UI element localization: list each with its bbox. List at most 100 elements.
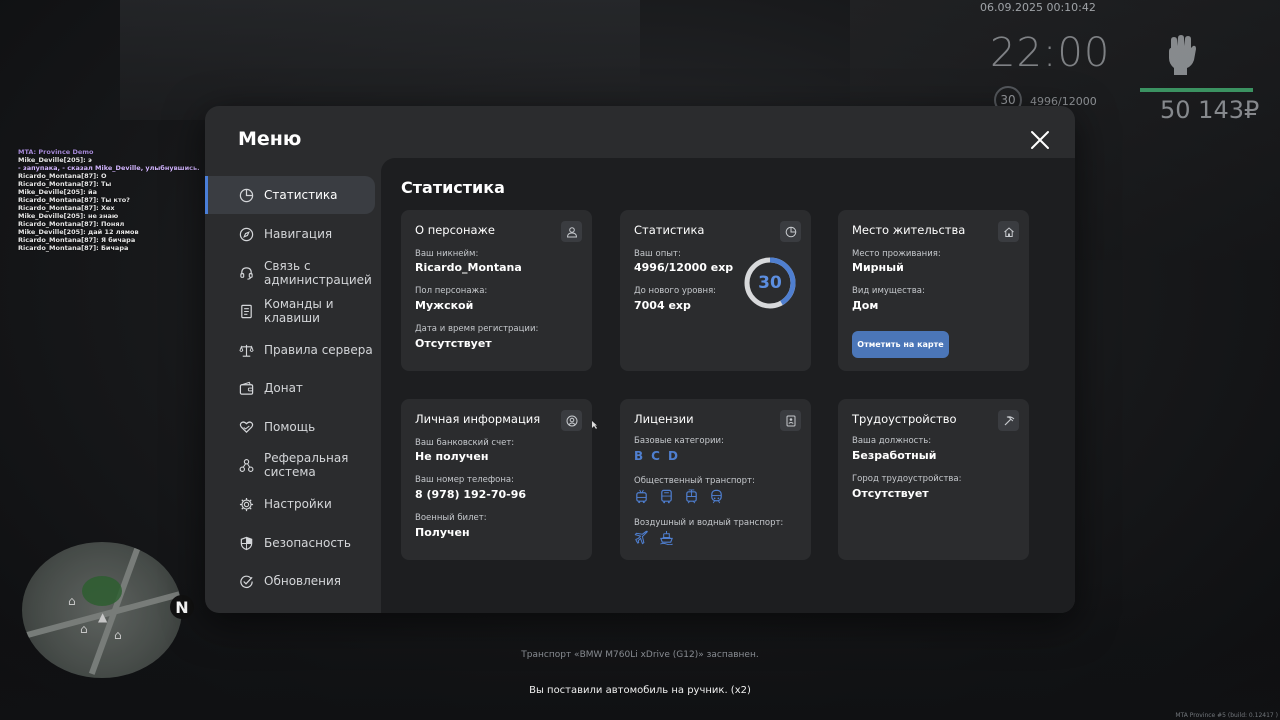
boat-icon [660,530,673,545]
mark-on-map-button[interactable]: Отметить на карте [852,331,949,358]
sidebar-item-label: Помощь [264,420,316,434]
chat-box: MTA: Province Demo Mike_Deville[205]: э … [18,148,200,252]
profile-circle-icon [561,410,582,431]
public-transport-label: Общественный транспорт: [634,476,755,486]
chat-line: Ricardo_Montana[87]: Понял [18,220,125,228]
bank-value: Не получен [415,450,489,463]
sidebar-item-admin-contact[interactable]: Связь с администрацией [205,254,375,292]
license-categories: B C D [634,449,678,463]
registration-value: Отсутствует [415,337,492,350]
chat-line: Ricardo_Montana[87]: Я бичара [18,236,136,244]
sidebar-item-statistics[interactable]: Статистика [205,176,375,214]
scales-icon [238,342,254,358]
sidebar-item-rules[interactable]: Правила сервера [205,331,375,369]
card-title: Трудоустройство [852,412,957,426]
sidebar-item-label: Навигация [264,227,333,241]
chat-line: Mike_Deville[205]: э [18,156,92,164]
sidebar-item-updates[interactable]: Обновления [205,562,375,600]
card-title: Лицензии [634,412,694,426]
fist-icon [1169,35,1196,75]
house-blip-icon: ⌂ [80,622,88,636]
id-card-icon [780,410,801,431]
close-icon[interactable] [1028,128,1052,152]
card-title: Место жительства [852,223,966,237]
sidebar-item-commands[interactable]: Команды и клавиши [205,292,375,330]
card-statistics: Статистика Ваш опыт: 4996/12000 exp До н… [620,210,811,371]
headset-icon [238,265,254,281]
sidebar-item-label: Правила сервера [264,343,373,357]
chat-line: Ricardo_Montana[87]: Ты [18,180,112,188]
user-icon [561,221,582,242]
exp-label: Ваш опыт: [634,249,681,259]
public-transport-icons [634,489,724,504]
bank-label: Ваш банковский счет: [415,438,515,448]
level-number: 30 [758,273,782,293]
content-area: Статистика О персонаже Ваш никнейм: Rica… [381,158,1075,613]
house-blip-icon: ⌂ [68,594,76,608]
position-value: Безработный [852,449,937,462]
level-progress-ring: 30 [743,256,797,310]
sidebar-item-referral[interactable]: Реферальная система [205,446,375,484]
chat-line: Ricardo_Montana[87]: Бичара [18,244,129,252]
metro-icon [711,489,722,504]
base-categories-label: Базовые категории: [634,436,724,446]
sidebar-item-label: Настройки [264,497,332,511]
hud-health-bar [1140,88,1253,92]
exp-value: 4996/12000 exp [634,261,734,274]
next-level-label: До нового уровня: [634,286,717,296]
pickaxe-icon [998,410,1019,431]
sidebar-item-donate[interactable]: Донат [205,369,375,407]
phone-label: Ваш номер телефона: [415,475,514,485]
heart-hands-icon [238,419,254,435]
chat-line: Mike_Deville[205]: йа [18,188,97,196]
military-label: Военный билет: [415,513,487,523]
property-label: Вид имущества: [852,286,925,296]
employment-city-value: Отсутствует [852,487,929,500]
property-value: Дом [852,299,879,312]
compass-north: N [170,595,194,619]
chat-line: Mike_Deville[205]: дай 12 лямов [18,228,139,236]
sidebar-item-label: Донат [264,381,303,395]
card-character: О персонаже Ваш никнейм: Ricardo_Montana… [401,210,592,371]
employment-city-label: Город трудоустройства: [852,474,962,484]
position-label: Ваша должность: [852,436,932,446]
category-b: B [634,449,644,463]
sidebar-item-help[interactable]: Помощь [205,408,375,446]
sidebar-item-label: Реферальная система [264,451,349,479]
compass-icon [238,226,254,242]
sidebar-item-navigation[interactable]: Навигация [205,215,375,253]
residence-place-value: Мирный [852,261,904,274]
bus-icon [661,489,672,504]
chat-line: Mike_Deville[205]: не знаю [18,212,119,220]
check-circle-icon [238,573,254,589]
gender-value: Мужской [415,299,474,312]
category-c: C [651,449,660,463]
category-d: D [667,449,678,463]
air-water-transport-icons [634,530,674,545]
menu-panel: Меню Статистика Навигация Связь с админи… [205,106,1075,613]
sidebar-item-settings[interactable]: Настройки [205,485,375,523]
content-title: Статистика [401,178,505,197]
wallet-icon [238,380,254,396]
clock-chart-icon [780,221,801,242]
residence-place-label: Место проживания: [852,249,941,259]
card-personal-info: Личная информация Ваш банковский счет: Н… [401,399,592,560]
pie-chart-icon [238,187,254,203]
mouse-cursor-icon [592,421,597,429]
map-park [82,576,122,606]
chat-line: Ricardo_Montana[87]: Ты кто? [18,196,130,204]
gear-icon [238,496,254,512]
military-value: Получен [415,526,470,539]
hud-money: 50 143₽ [1160,96,1260,124]
air-water-transport-label: Воздушный и водный транспорт: [634,518,784,528]
sidebar-item-security[interactable]: Безопасность [205,524,375,562]
chat-line: MTA: Province Demo [18,148,94,156]
trolleybus-icon [636,489,647,504]
nickname-value: Ricardo_Montana [415,261,522,274]
building-silhouette [120,0,640,120]
chat-line: - запупака, - сказал Mike_Deville, улыбн… [18,164,200,172]
nickname-label: Ваш никнейм: [415,249,479,259]
card-residence: Место жительства Место проживания: Мирны… [838,210,1029,371]
sidebar-item-label: Безопасность [264,536,351,550]
sidebar-item-label: Обновления [264,574,342,588]
